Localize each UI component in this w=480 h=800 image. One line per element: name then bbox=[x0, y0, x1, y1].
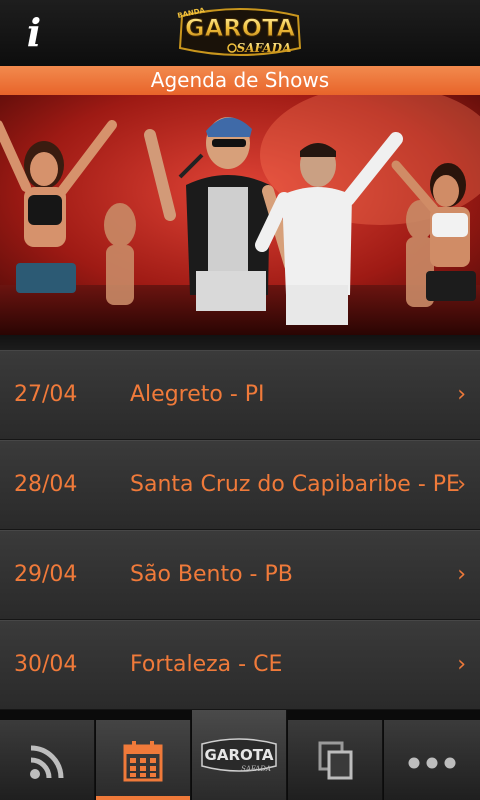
shows-list: 27/04 Alegreto - PI › 28/04 Santa Cruz d… bbox=[0, 335, 480, 710]
bottom-tab-bar: GAROTA SAFADA bbox=[0, 710, 480, 800]
section-title: Agenda de Shows bbox=[0, 66, 480, 95]
show-date: 28/04 bbox=[14, 472, 78, 497]
show-city: Fortaleza - CE bbox=[130, 652, 283, 677]
tab-news[interactable] bbox=[0, 720, 95, 800]
list-item-show[interactable]: 29/04 São Bento - PB › bbox=[0, 530, 480, 620]
show-date: 30/04 bbox=[14, 652, 78, 677]
show-city: Santa Cruz do Capibaribe - PE bbox=[130, 472, 460, 497]
tab-agenda[interactable] bbox=[96, 720, 191, 800]
top-bar: i BANDA GAROTA SAFADA bbox=[0, 0, 480, 66]
garota-safada-logo: BANDA GAROTA SAFADA bbox=[177, 6, 302, 56]
show-city: Alegreto - PI bbox=[130, 382, 265, 407]
chevron-right-icon: › bbox=[457, 472, 466, 497]
selected-tab-indicator bbox=[96, 796, 190, 800]
list-top-divider bbox=[0, 335, 480, 350]
show-date: 27/04 bbox=[14, 382, 78, 407]
svg-text:SAFADA: SAFADA bbox=[241, 765, 271, 773]
copy-icon bbox=[318, 741, 353, 780]
garota-logo-icon: GAROTA SAFADA bbox=[201, 738, 277, 773]
tab-more[interactable] bbox=[384, 720, 480, 800]
svg-text:GAROTA: GAROTA bbox=[185, 14, 296, 42]
list-item-show[interactable]: 27/04 Alegreto - PI › bbox=[0, 350, 480, 440]
tab-garota-home[interactable]: GAROTA SAFADA bbox=[192, 710, 287, 800]
svg-text:SAFADA: SAFADA bbox=[237, 41, 292, 55]
chevron-right-icon: › bbox=[457, 382, 466, 407]
hero-concert-image bbox=[0, 95, 480, 335]
calendar-icon bbox=[123, 741, 163, 782]
tab-gallery[interactable] bbox=[288, 720, 383, 800]
chevron-right-icon: › bbox=[457, 562, 466, 587]
more-icon bbox=[408, 757, 456, 769]
chevron-right-icon: › bbox=[457, 652, 466, 677]
info-icon[interactable]: i bbox=[14, 10, 54, 56]
show-city: São Bento - PB bbox=[130, 562, 293, 587]
svg-text:GAROTA: GAROTA bbox=[205, 746, 274, 764]
list-item-show[interactable]: 28/04 Santa Cruz do Capibaribe - PE › bbox=[0, 440, 480, 530]
rss-icon bbox=[30, 745, 64, 779]
show-date: 29/04 bbox=[14, 562, 78, 587]
list-item-show[interactable]: 30/04 Fortaleza - CE › bbox=[0, 620, 480, 710]
